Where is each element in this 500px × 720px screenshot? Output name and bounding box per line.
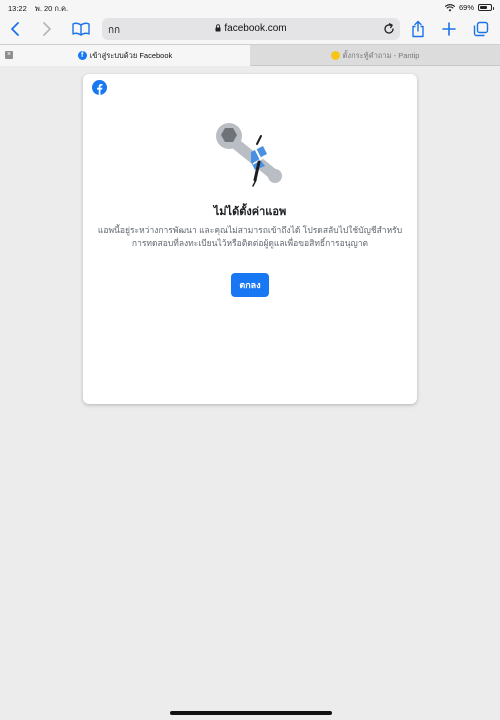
facebook-logo-icon (92, 80, 107, 95)
tab-pantip[interactable]: ตั้งกระทู้คำถาม - Pantip (250, 45, 500, 66)
bookmarks-icon[interactable] (72, 20, 90, 38)
new-tab-icon[interactable] (440, 20, 458, 38)
back-icon[interactable] (6, 20, 24, 38)
tab-bar: × f เข้าสู่ระบบด้วย Facebook ตั้งกระทู้ค… (0, 44, 500, 66)
status-date: พ. 20 ก.ค. (34, 4, 69, 13)
tab-label: เข้าสู่ระบบด้วย Facebook (89, 50, 173, 60)
share-icon[interactable] (409, 20, 427, 38)
tab-label: ตั้งกระทู้คำถาม - Pantip (342, 50, 420, 60)
facebook-favicon-icon: f (77, 51, 87, 60)
status-time: 13:22 (8, 4, 27, 13)
wifi-icon (444, 3, 455, 11)
battery-percent: 69% (458, 3, 474, 12)
lock-icon (215, 24, 221, 35)
app-not-setup-dialog: ไม่ได้ตั้งค่าแอพ แอพนี้อยู่ระหว่างการพัฒ… (83, 74, 417, 404)
address-bar[interactable]: กก facebook.com (102, 18, 400, 40)
dialog-message: แอพนี้อยู่ระหว่างการพัฒนา และคุณไม่สามาร… (97, 225, 403, 248)
close-tab-icon[interactable]: × (5, 51, 13, 59)
status-indicators: 69% (444, 3, 494, 12)
status-bar: 13:22 พ. 20 ก.ค. 69% (0, 0, 500, 14)
tab-facebook-login[interactable]: × f เข้าสู่ระบบด้วย Facebook (0, 45, 250, 66)
wrench-tools-illustration-icon (216, 123, 282, 187)
dialog-title: ไม่ได้ตั้งค่าแอพ (213, 206, 287, 218)
url-text: facebook.com (224, 23, 287, 34)
battery-fill (480, 6, 487, 9)
reload-icon[interactable] (383, 22, 395, 40)
home-indicator[interactable] (170, 711, 332, 715)
browser-toolbar: กก facebook.com (0, 14, 500, 44)
ok-button[interactable]: ตกลง (231, 273, 269, 297)
forward-icon[interactable] (38, 20, 56, 38)
url-display[interactable]: facebook.com (102, 23, 400, 35)
pantip-favicon-icon (330, 51, 340, 60)
battery-icon (478, 4, 494, 11)
tabs-overview-icon[interactable] (472, 20, 490, 38)
